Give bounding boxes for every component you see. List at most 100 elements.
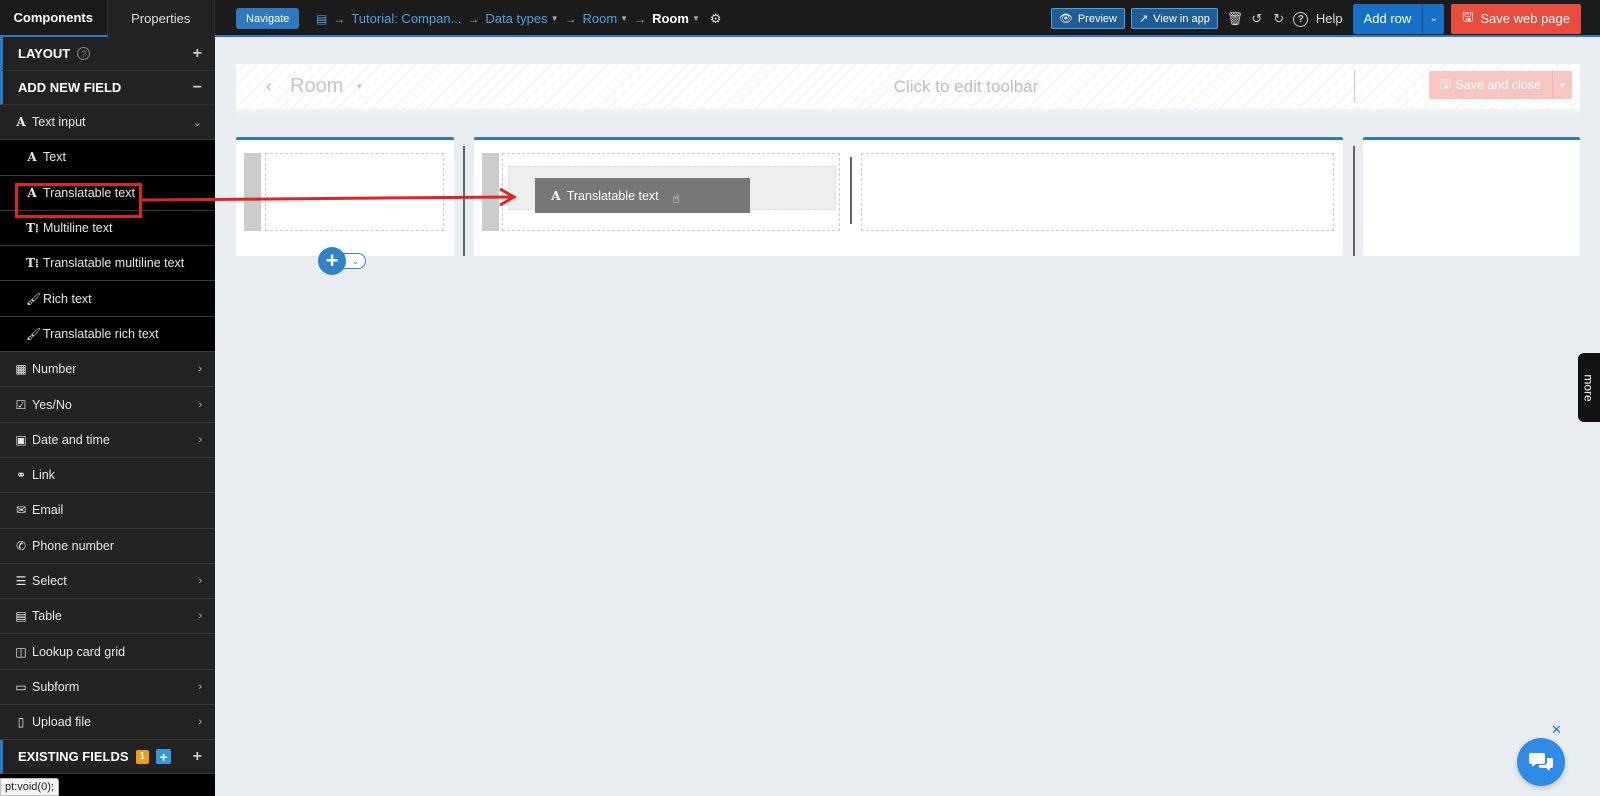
- row-drag-handle[interactable]: [244, 153, 261, 231]
- chevron-right-icon: ›: [198, 680, 202, 693]
- tab-properties[interactable]: Properties: [107, 0, 215, 37]
- chevron-down-icon[interactable]: ⌄: [1422, 3, 1444, 34]
- breadcrumb-item-datatype[interactable]: Room ▼: [582, 11, 628, 26]
- sidebar-item-rich-text[interactable]: 🖌 Rich text: [0, 281, 215, 317]
- section-label: EXISTING FIELDS: [18, 749, 129, 765]
- sidebar-item-table[interactable]: ▤ Table ›: [0, 599, 215, 635]
- sidebar-item-label: Email: [32, 503, 64, 518]
- chevron-right-icon: ›: [198, 363, 202, 376]
- view-in-app-button[interactable]: ↗ View in app: [1130, 8, 1218, 29]
- column-resizer[interactable]: [1353, 146, 1355, 256]
- close-icon[interactable]: ✕: [1551, 722, 1562, 738]
- help-link[interactable]: Help: [1316, 11, 1343, 26]
- breadcrumb-item-app[interactable]: Tutorial: Compan...: [351, 11, 461, 26]
- drag-ghost-translatable-text: A Translatable text: [535, 178, 750, 213]
- navigate-button[interactable]: Navigate: [236, 8, 300, 29]
- toolbar-divider: [1354, 70, 1355, 103]
- breadcrumb-item-data-types[interactable]: Data types ▼: [485, 11, 558, 26]
- calendar-icon: ▣: [15, 432, 27, 447]
- section-add-new-field[interactable]: ADD NEW FIELD −: [0, 71, 215, 105]
- sidebar-item-translatable-multiline-text[interactable]: T⁞ Translatable multiline text: [0, 246, 215, 282]
- sidebar-item-yes-no[interactable]: ☑ Yes/No ›: [0, 387, 215, 423]
- chat-button[interactable]: [1517, 738, 1565, 786]
- plus-icon: +: [192, 747, 202, 765]
- more-tab[interactable]: more: [1578, 353, 1600, 422]
- chevron-right-icon: ›: [198, 610, 202, 623]
- undo-icon[interactable]: ↺: [1246, 11, 1268, 27]
- sidebar-item-label: Yes/No: [32, 397, 72, 412]
- breadcrumb-label: Tutorial: Compan...: [351, 11, 462, 26]
- sidebar-item-label: Select: [32, 574, 67, 588]
- breadcrumb-label: Room: [582, 11, 618, 26]
- preview-button[interactable]: 👁 Preview: [1050, 8, 1125, 29]
- field-drop-zone[interactable]: [861, 153, 1334, 231]
- add-row-button[interactable]: Add row: [1353, 4, 1423, 34]
- status-bar-url: pt:void(0);: [0, 778, 59, 796]
- column-resizer[interactable]: [463, 146, 465, 256]
- sidebar-item-label: Subform: [32, 679, 80, 694]
- sidebar-item-number[interactable]: ▦ Number ›: [0, 352, 215, 388]
- phone-icon: ✆: [15, 538, 27, 553]
- sidebar-item-label: Text: [43, 150, 66, 165]
- floppy-disk-icon: 🖫: [1439, 76, 1451, 91]
- add-row-fab[interactable]: +: [318, 247, 346, 275]
- row-drag-handle[interactable]: [482, 153, 499, 231]
- field-drop-zone[interactable]: [265, 153, 444, 231]
- calculator-icon: ▦: [15, 362, 27, 377]
- sidebar-item-link[interactable]: ⚭ Link: [0, 457, 215, 494]
- sidebar-item-multiline-text[interactable]: T⁞ Multiline text: [0, 210, 215, 247]
- arrow-right-icon: →: [333, 11, 346, 26]
- save-web-page-button[interactable]: 🖫 Save web page: [1451, 3, 1581, 34]
- sidebar-item-label: Link: [32, 468, 55, 483]
- panel-tabs: Components Properties: [0, 0, 215, 37]
- caret-down-icon: ▼: [550, 14, 559, 23]
- save-and-close-group: 🖫 Save and close ▼: [1428, 71, 1572, 99]
- sidebar-item-label: Translatable multiline text: [43, 256, 185, 271]
- sidebar-item-date-and-time[interactable]: ▣ Date and time ›: [0, 422, 215, 458]
- redo-icon[interactable]: ↻: [1268, 11, 1290, 27]
- checkbox-icon: ☑: [15, 397, 27, 412]
- form-toolbar[interactable]: ‹ Room ▼ Click to edit toolbar 🖫 Save and …: [236, 64, 1580, 114]
- add-field-icon[interactable]: +: [156, 749, 172, 765]
- sidebar-item-lookup-card-grid[interactable]: ◫ Lookup card grid: [0, 634, 215, 670]
- section-existing-fields[interactable]: EXISTING FIELDS 1 + +: [0, 740, 215, 775]
- webpage-icon: ▤: [316, 11, 328, 26]
- trash-icon[interactable]: 🗑: [1224, 11, 1246, 27]
- sidebar-item-label: Text input: [32, 115, 86, 130]
- link-icon: ⚭: [15, 468, 27, 483]
- help-circle-icon[interactable]: ?: [1290, 10, 1312, 27]
- sidebar-item-text-input[interactable]: A Text input ⌄: [0, 105, 215, 141]
- arrow-right-icon: →: [634, 11, 647, 26]
- section-layout[interactable]: LAYOUT? +: [0, 37, 215, 71]
- components-sidebar: LAYOUT? + ADD NEW FIELD − A Text input ⌄ …: [0, 37, 215, 796]
- caret-down-icon[interactable]: ▼: [1552, 71, 1572, 99]
- sidebar-item-translatable-text[interactable]: A Translatable text: [0, 175, 215, 211]
- arrow-right-icon: →: [564, 11, 577, 26]
- columns-icon: ◫: [15, 644, 27, 659]
- sidebar-item-label: Phone number: [32, 538, 115, 553]
- sidebar-item-upload-file[interactable]: ▯ Upload file ›: [0, 705, 215, 741]
- hand-cursor-icon: ☝: [672, 191, 680, 206]
- tab-components[interactable]: Components: [0, 0, 108, 37]
- add-row-group: Add row ⌄: [1352, 3, 1445, 34]
- question-icon[interactable]: ?: [77, 47, 91, 60]
- envelope-icon: ✉: [15, 503, 27, 518]
- top-bar: Components Properties Navigate ▤ → Tutor…: [0, 0, 1600, 37]
- sidebar-item-phone-number[interactable]: ✆ Phone number: [0, 528, 215, 564]
- chevron-right-icon: ›: [198, 398, 202, 411]
- breadcrumb: ▤ → Tutorial: Compan... → Data types ▼ → …: [316, 0, 722, 37]
- sidebar-item-label: Date and time: [32, 432, 110, 447]
- sidebar-item-subform[interactable]: ▭ Subform ›: [0, 669, 215, 706]
- save-web-page-label: Save web page: [1480, 11, 1570, 26]
- sidebar-item-label: Table: [32, 609, 62, 624]
- sidebar-item-email[interactable]: ✉ Email: [0, 493, 215, 529]
- gear-icon[interactable]: ⚙: [710, 11, 722, 27]
- sidebar-item-translatable-rich-text[interactable]: 🖌 Translatable rich text: [0, 316, 215, 353]
- breadcrumb-item-page[interactable]: Room ▼: [652, 11, 700, 26]
- chevron-down-icon: ⌄: [192, 116, 202, 129]
- preview-label: Preview: [1077, 12, 1117, 25]
- sidebar-item-text[interactable]: A Text: [0, 140, 215, 176]
- cell-resizer[interactable]: [850, 157, 852, 224]
- save-and-close-button[interactable]: 🖫 Save and close: [1429, 71, 1552, 99]
- sidebar-item-select[interactable]: ☰ Select ›: [0, 563, 215, 600]
